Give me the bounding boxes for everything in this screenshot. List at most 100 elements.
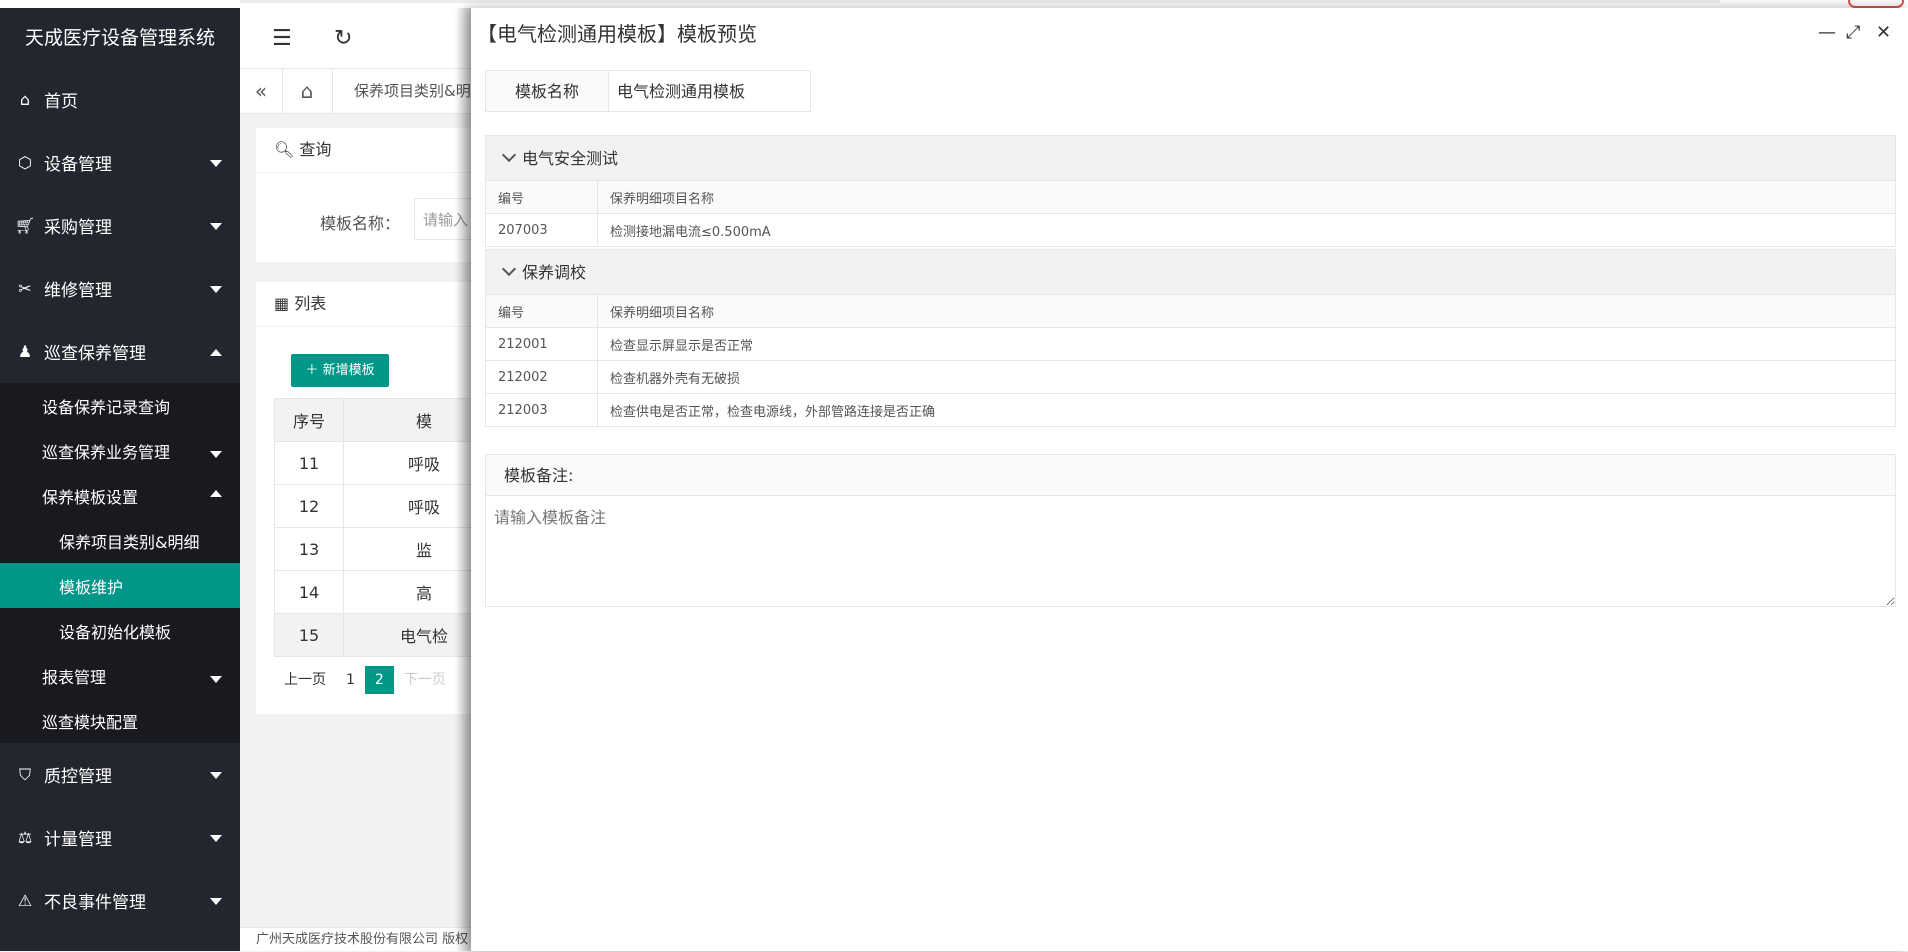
sidebar-item-label: 设备初始化模板 (59, 622, 172, 642)
sidebar-item-label: 保养模板设置 (42, 487, 139, 507)
query-title: 查询 (299, 140, 332, 159)
column-header: 保养明细项目名称 (597, 180, 1896, 214)
minimize-icon[interactable]: — (1818, 22, 1836, 43)
column-header: 序号 (274, 398, 344, 442)
sidebar-item-label: 首页 (44, 92, 78, 112)
sidebar-subitem-module-config[interactable]: 巡查模块配置 (0, 698, 240, 743)
caret-down-icon (210, 222, 222, 230)
sidebar-subitem-template-maintenance[interactable]: 模板维护 (0, 563, 240, 608)
section-header-electrical[interactable]: 电气安全测试 (485, 135, 1896, 181)
section-header-calibration[interactable]: 保养调校 (485, 249, 1896, 295)
sidebar-item-label: 设备保养记录查询 (42, 397, 171, 417)
modal-title: 【电气检测通用模板】模板预览 (477, 22, 757, 46)
section-title: 保养调校 (522, 263, 587, 282)
sidebar-item-label: 巡查保养管理 (44, 344, 146, 364)
next-page-button[interactable]: 下一页 (394, 666, 456, 694)
row-no: 14 (274, 570, 344, 614)
plus-icon: ＋ (305, 363, 319, 378)
column-header: 编号 (485, 294, 598, 328)
sidebar-item-label: 保养项目类别&明细 (59, 532, 200, 552)
sidebar-item-repair[interactable]: ✂︎ 维修管理 (0, 257, 240, 320)
chevron-down-icon (501, 147, 517, 163)
scale-icon: ⚖︎ (17, 828, 33, 847)
caret-down-icon (210, 450, 222, 458)
maximize-icon[interactable]: ⤢ (1846, 22, 1860, 43)
remark-textarea[interactable] (485, 495, 1896, 607)
row-no: 12 (274, 484, 344, 528)
section-title: 电气安全测试 (522, 149, 619, 168)
section-table-calibration: 编号 保养明细项目名称 212001 检查显示屏显示是否正常 212002 检查机器外… (485, 294, 1896, 427)
caret-down-icon (210, 834, 222, 842)
pagination: 上一页 1 2 下一页 (274, 666, 456, 694)
caret-down-icon (210, 897, 222, 905)
section-table-electrical: 编号 保养明细项目名称 207003 检测接地漏电流≤0.500mA (485, 180, 1896, 247)
tab-scroll-left-icon[interactable]: « (240, 69, 283, 113)
row-no: 11 (274, 441, 344, 485)
item-code: 207003 (485, 213, 598, 247)
row-no: 15 (274, 613, 344, 657)
menu-fold-icon[interactable]: ☰ (272, 26, 292, 51)
item-name: 检查机器外壳有无破损 (597, 360, 1896, 394)
remark-label: 模板备注: (485, 454, 1896, 496)
person-icon: ♟︎ (17, 342, 33, 361)
page-1-button[interactable]: 1 (336, 666, 365, 694)
sidebar-item-purchase[interactable]: 🛒︎ 采购管理 (0, 194, 240, 257)
caret-up-icon (210, 348, 222, 356)
sidebar-subitem-report[interactable]: 报表管理 (0, 653, 240, 698)
caret-down-icon (210, 675, 222, 683)
sidebar-item-label: 计量管理 (44, 830, 112, 850)
browser-pill-button[interactable] (1848, 0, 1904, 8)
sidebar-item-quality[interactable]: ⛉ 质控管理 (0, 743, 240, 806)
add-template-button[interactable]: ＋ 新增模板 (291, 354, 389, 387)
template-name-label: 模板名称： (320, 214, 401, 233)
sidebar: 天成医疗设备管理系统 ⌂ 首页 ⬡ 设备管理 🛒︎ 采购管理 ✂︎ 维修管理 ♟… (0, 8, 240, 951)
query-card: 🔍︎ 查询 (256, 128, 476, 262)
shield-check-icon: ⛉ (18, 764, 31, 784)
item-code: 212003 (485, 393, 598, 427)
tools-icon: ✂︎ (18, 279, 32, 298)
sidebar-item-metrology[interactable]: ⚖︎ 计量管理 (0, 806, 240, 869)
sidebar-subitem-business[interactable]: 巡查保养业务管理 (0, 428, 240, 473)
app-title: 天成医疗设备管理系统 (24, 27, 215, 49)
add-template-label: 新增模板 (322, 363, 375, 378)
prev-page-button[interactable]: 上一页 (274, 666, 336, 694)
home-icon: ⌂ (19, 90, 31, 109)
sidebar-subitem-category-detail[interactable]: 保养项目类别&明细 (0, 518, 240, 563)
sidebar-item-device[interactable]: ⬡ 设备管理 (0, 131, 240, 194)
modal-name-value: 电气检测通用模板 (609, 70, 811, 112)
sidebar-item-label: 设备管理 (44, 155, 112, 175)
table-header-row: 编号 保养明细项目名称 (485, 294, 1896, 328)
item-code: 212001 (485, 327, 598, 361)
list-title: 列表 (294, 294, 327, 313)
sidebar-subitem-device-init-template[interactable]: 设备初始化模板 (0, 608, 240, 653)
sidebar-subitem-template-settings[interactable]: 保养模板设置 (0, 473, 240, 518)
template-preview-modal: 【电气检测通用模板】模板预览 — ⤢ ✕ 模板名称 电气检测通用模板 电气安全测… (471, 8, 1908, 951)
tab-home-icon[interactable]: ⌂ (282, 69, 333, 113)
close-icon[interactable]: ✕ (1876, 22, 1891, 43)
column-header: 保养明细项目名称 (597, 294, 1896, 328)
sidebar-item-label: 报表管理 (42, 667, 107, 687)
table-row: 212001 检查显示屏显示是否正常 (485, 327, 1896, 361)
sidebar-item-label: 质控管理 (44, 767, 112, 787)
item-name: 检查显示屏显示是否正常 (597, 327, 1896, 361)
inspection-submenu: 设备保养记录查询 巡查保养业务管理 保养模板设置 保养项目类别&明细 模板维护 … (0, 383, 240, 743)
caret-down-icon (210, 159, 222, 167)
sidebar-item-adverse-event[interactable]: ⚠︎ 不良事件管理 (0, 869, 240, 932)
list-card-header: ▦ 列表 (256, 282, 476, 327)
sidebar-item-label: 巡查保养业务管理 (42, 442, 171, 462)
page-2-button[interactable]: 2 (364, 666, 394, 694)
column-header: 编号 (485, 180, 598, 214)
sidebar-subitem-record-query[interactable]: 设备保养记录查询 (0, 383, 240, 428)
caret-down-icon (210, 285, 222, 293)
refresh-icon[interactable]: ↻ (334, 26, 352, 51)
table-row: 207003 检测接地漏电流≤0.500mA (485, 213, 1896, 247)
item-name: 检测接地漏电流≤0.500mA (597, 213, 1896, 247)
sidebar-item-label: 不良事件管理 (44, 893, 146, 913)
chevron-down-icon (501, 261, 517, 277)
search-icon: 🔍︎ (274, 140, 295, 159)
tab-current[interactable]: 保养项目类别&明 (354, 69, 471, 113)
item-code: 212002 (485, 360, 598, 394)
cube-icon: ⬡ (18, 153, 32, 172)
sidebar-item-inspection[interactable]: ♟︎ 巡查保养管理 (0, 320, 240, 383)
sidebar-item-home[interactable]: ⌂ 首页 (0, 68, 240, 131)
